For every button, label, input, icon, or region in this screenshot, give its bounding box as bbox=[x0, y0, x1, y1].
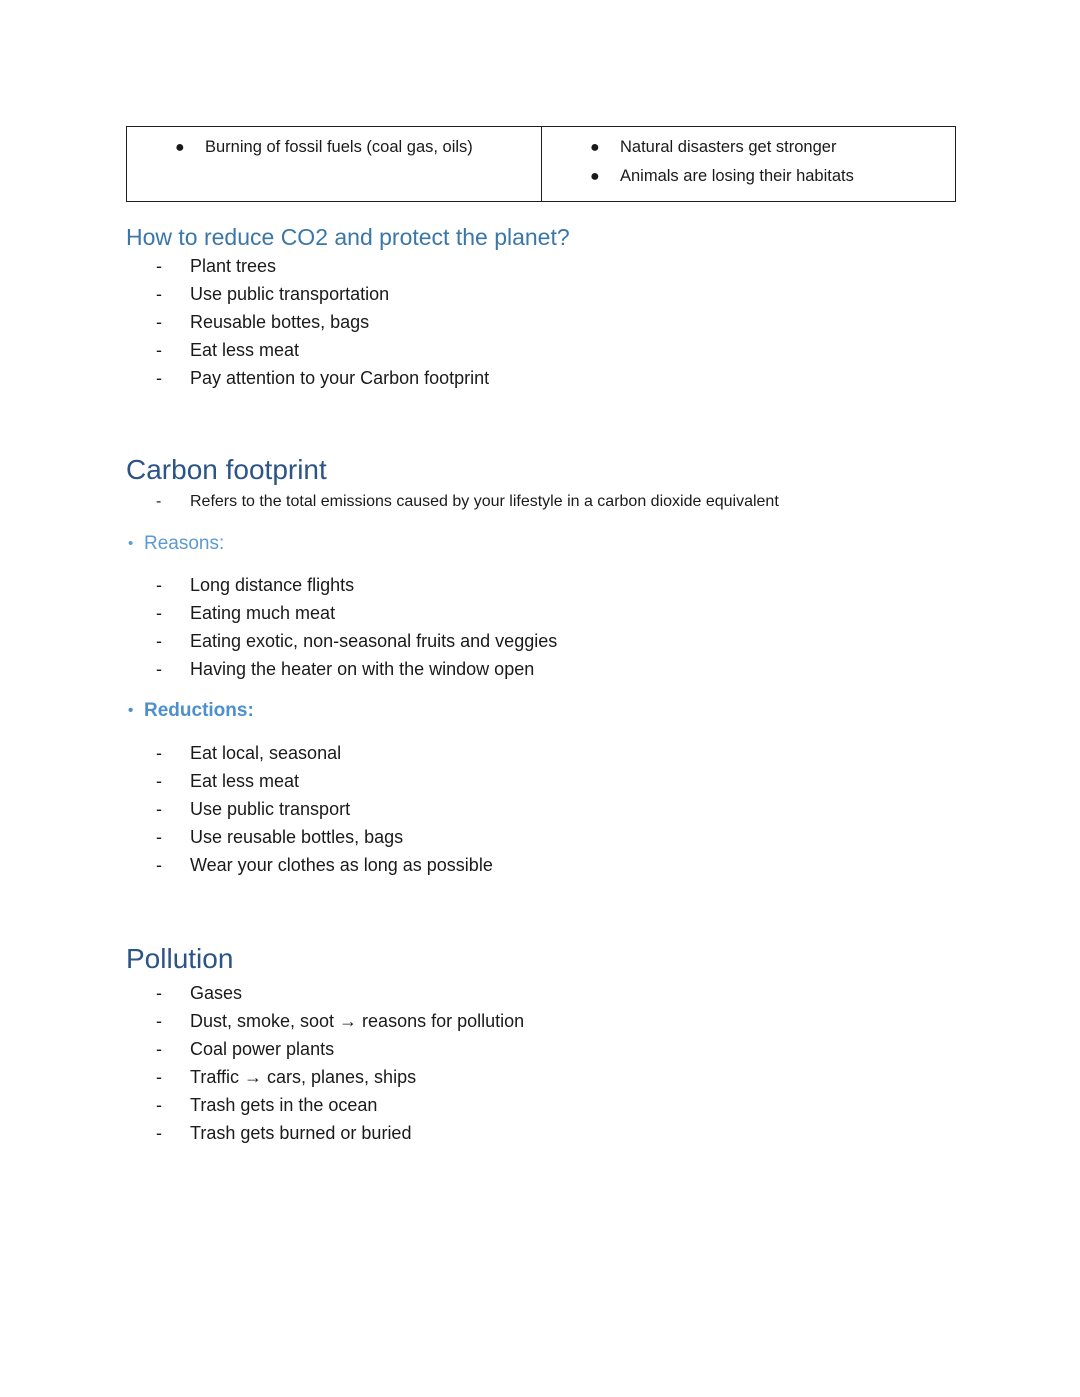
list-item: ● Natural disasters get stronger bbox=[542, 133, 955, 162]
list-item: - Plant trees bbox=[126, 252, 489, 280]
list-item: - Trash gets burned or buried bbox=[126, 1119, 524, 1147]
list-item: - Use public transportation bbox=[126, 280, 489, 308]
table-row: ● Burning of fossil fuels (coal gas, oil… bbox=[126, 126, 956, 202]
list-item-label: Use public transportation bbox=[190, 284, 390, 304]
list-item-label: Gases bbox=[190, 983, 243, 1003]
list-item: - Long distance flights bbox=[126, 571, 557, 599]
dash-icon: - bbox=[156, 659, 162, 679]
list-item-label: Eating exotic, non-seasonal fruits and v… bbox=[190, 631, 558, 651]
list-item: - Gases bbox=[126, 979, 524, 1007]
list-item: - Use reusable bottles, bags bbox=[126, 823, 493, 851]
list-item-label: Trash gets in the ocean bbox=[190, 1095, 378, 1115]
list-item-label: Coal power plants bbox=[190, 1039, 335, 1059]
dash-icon: - bbox=[156, 1095, 162, 1115]
list-item-label: Trash gets burned or buried bbox=[190, 1123, 412, 1143]
list-item-label: Eat local, seasonal bbox=[190, 743, 342, 763]
effect-list: ● Natural disasters get stronger ● Anima… bbox=[542, 133, 955, 191]
list-item: ● Burning of fossil fuels (coal gas, oil… bbox=[127, 133, 541, 162]
dash-icon: - bbox=[156, 493, 162, 510]
list-item: - Eat less meat bbox=[126, 767, 493, 795]
list-item: - Traffic → cars, planes, ships bbox=[126, 1063, 524, 1091]
dash-icon: - bbox=[156, 1067, 162, 1087]
subheading-reasons: • Reasons: bbox=[128, 531, 224, 557]
dash-icon: - bbox=[156, 1011, 162, 1031]
list-item: - Dust, smoke, soot → reasons for pollut… bbox=[126, 1007, 524, 1035]
list-item-label: Wear your clothes as long as possible bbox=[190, 855, 493, 875]
list-item-label: Eat less meat bbox=[190, 340, 300, 360]
reductions-list: - Eat local, seasonal - Eat less meat - … bbox=[126, 739, 493, 879]
dash-icon: - bbox=[156, 799, 162, 819]
list-item: - Eating much meat bbox=[126, 599, 557, 627]
cause-list: ● Burning of fossil fuels (coal gas, oil… bbox=[127, 133, 541, 162]
list-item: - Wear your clothes as long as possible bbox=[126, 851, 493, 879]
bullet-icon: ● bbox=[590, 168, 600, 185]
bullet-icon: • bbox=[128, 702, 134, 719]
dash-icon: - bbox=[156, 1039, 162, 1059]
dash-icon: - bbox=[156, 256, 162, 276]
list-item-label: Use reusable bottles, bags bbox=[190, 827, 404, 847]
list-item: - Eating exotic, non-seasonal fruits and… bbox=[126, 627, 557, 655]
pollution-list: - Gases - Dust, smoke, soot → reasons fo… bbox=[126, 979, 524, 1147]
dash-icon: - bbox=[156, 743, 162, 763]
heading-pollution: Pollution bbox=[126, 943, 234, 974]
list-item-label: Refers to the total emissions caused by … bbox=[190, 493, 779, 510]
list-item: - Pay attention to your Carbon footprint bbox=[126, 364, 489, 392]
reduce-co2-list: - Plant trees - Use public transportatio… bbox=[126, 252, 489, 392]
table-cell-effects: ● Natural disasters get stronger ● Anima… bbox=[541, 126, 956, 202]
list-item-label: Plant trees bbox=[190, 256, 277, 276]
dash-icon: - bbox=[156, 1123, 162, 1143]
list-item-label: Reusable bottes, bags bbox=[190, 312, 370, 332]
subheading-label: Reductions: bbox=[144, 700, 254, 721]
list-item-label: Dust, smoke, soot → reasons for pollutio… bbox=[190, 1011, 525, 1031]
dash-icon: - bbox=[156, 312, 162, 332]
list-item-label: Having the heater on with the window ope… bbox=[190, 659, 535, 679]
dash-icon: - bbox=[156, 284, 162, 304]
reasons-list: - Long distance flights - Eating much me… bbox=[126, 571, 557, 683]
list-item-label: Animals are losing their habitats bbox=[620, 167, 854, 185]
bullet-icon: ● bbox=[590, 139, 600, 156]
list-item: - Reusable bottes, bags bbox=[126, 308, 489, 336]
list-item-label: Burning of fossil fuels (coal gas, oils) bbox=[205, 138, 473, 156]
heading-carbon-footprint: Carbon footprint bbox=[126, 454, 327, 485]
list-item: - Eat local, seasonal bbox=[126, 739, 493, 767]
subheading-label: Reasons: bbox=[144, 533, 225, 554]
list-item-label: Long distance flights bbox=[190, 575, 355, 595]
list-item: - Use public transport bbox=[126, 795, 493, 823]
dash-icon: - bbox=[156, 771, 162, 791]
list-item-label: Eating much meat bbox=[190, 603, 336, 623]
list-item-label: Pay attention to your Carbon footprint bbox=[190, 368, 490, 388]
dash-icon: - bbox=[156, 340, 162, 360]
dash-icon: - bbox=[156, 827, 162, 847]
list-item-label: Natural disasters get stronger bbox=[620, 138, 837, 156]
list-item-label: Traffic → cars, planes, ships bbox=[190, 1067, 417, 1087]
list-item-label: Eat less meat bbox=[190, 771, 300, 791]
subheading-reductions: • Reductions: bbox=[128, 698, 254, 724]
bullet-icon: ● bbox=[175, 139, 185, 156]
dash-icon: - bbox=[156, 983, 162, 1003]
bullet-icon: • bbox=[128, 535, 134, 552]
list-item: - Having the heater on with the window o… bbox=[126, 655, 557, 683]
list-item: - Coal power plants bbox=[126, 1035, 524, 1063]
dash-icon: - bbox=[156, 631, 162, 651]
table-cell-causes: ● Burning of fossil fuels (coal gas, oil… bbox=[126, 126, 542, 202]
list-item: - Refers to the total emissions caused b… bbox=[126, 489, 779, 515]
dash-icon: - bbox=[156, 575, 162, 595]
dash-icon: - bbox=[156, 855, 162, 875]
document-page: ● Burning of fossil fuels (coal gas, oil… bbox=[0, 0, 1080, 1397]
list-item-label: Use public transport bbox=[190, 799, 351, 819]
dash-icon: - bbox=[156, 603, 162, 623]
list-item: ● Animals are losing their habitats bbox=[542, 162, 955, 191]
dash-icon: - bbox=[156, 368, 162, 388]
carbon-footprint-definition-list: - Refers to the total emissions caused b… bbox=[126, 489, 779, 515]
causes-effects-table: ● Burning of fossil fuels (coal gas, oil… bbox=[126, 126, 956, 202]
heading-how-to-reduce-co2: How to reduce CO2 and protect the planet… bbox=[126, 224, 570, 250]
list-item: - Eat less meat bbox=[126, 336, 489, 364]
list-item: - Trash gets in the ocean bbox=[126, 1091, 524, 1119]
